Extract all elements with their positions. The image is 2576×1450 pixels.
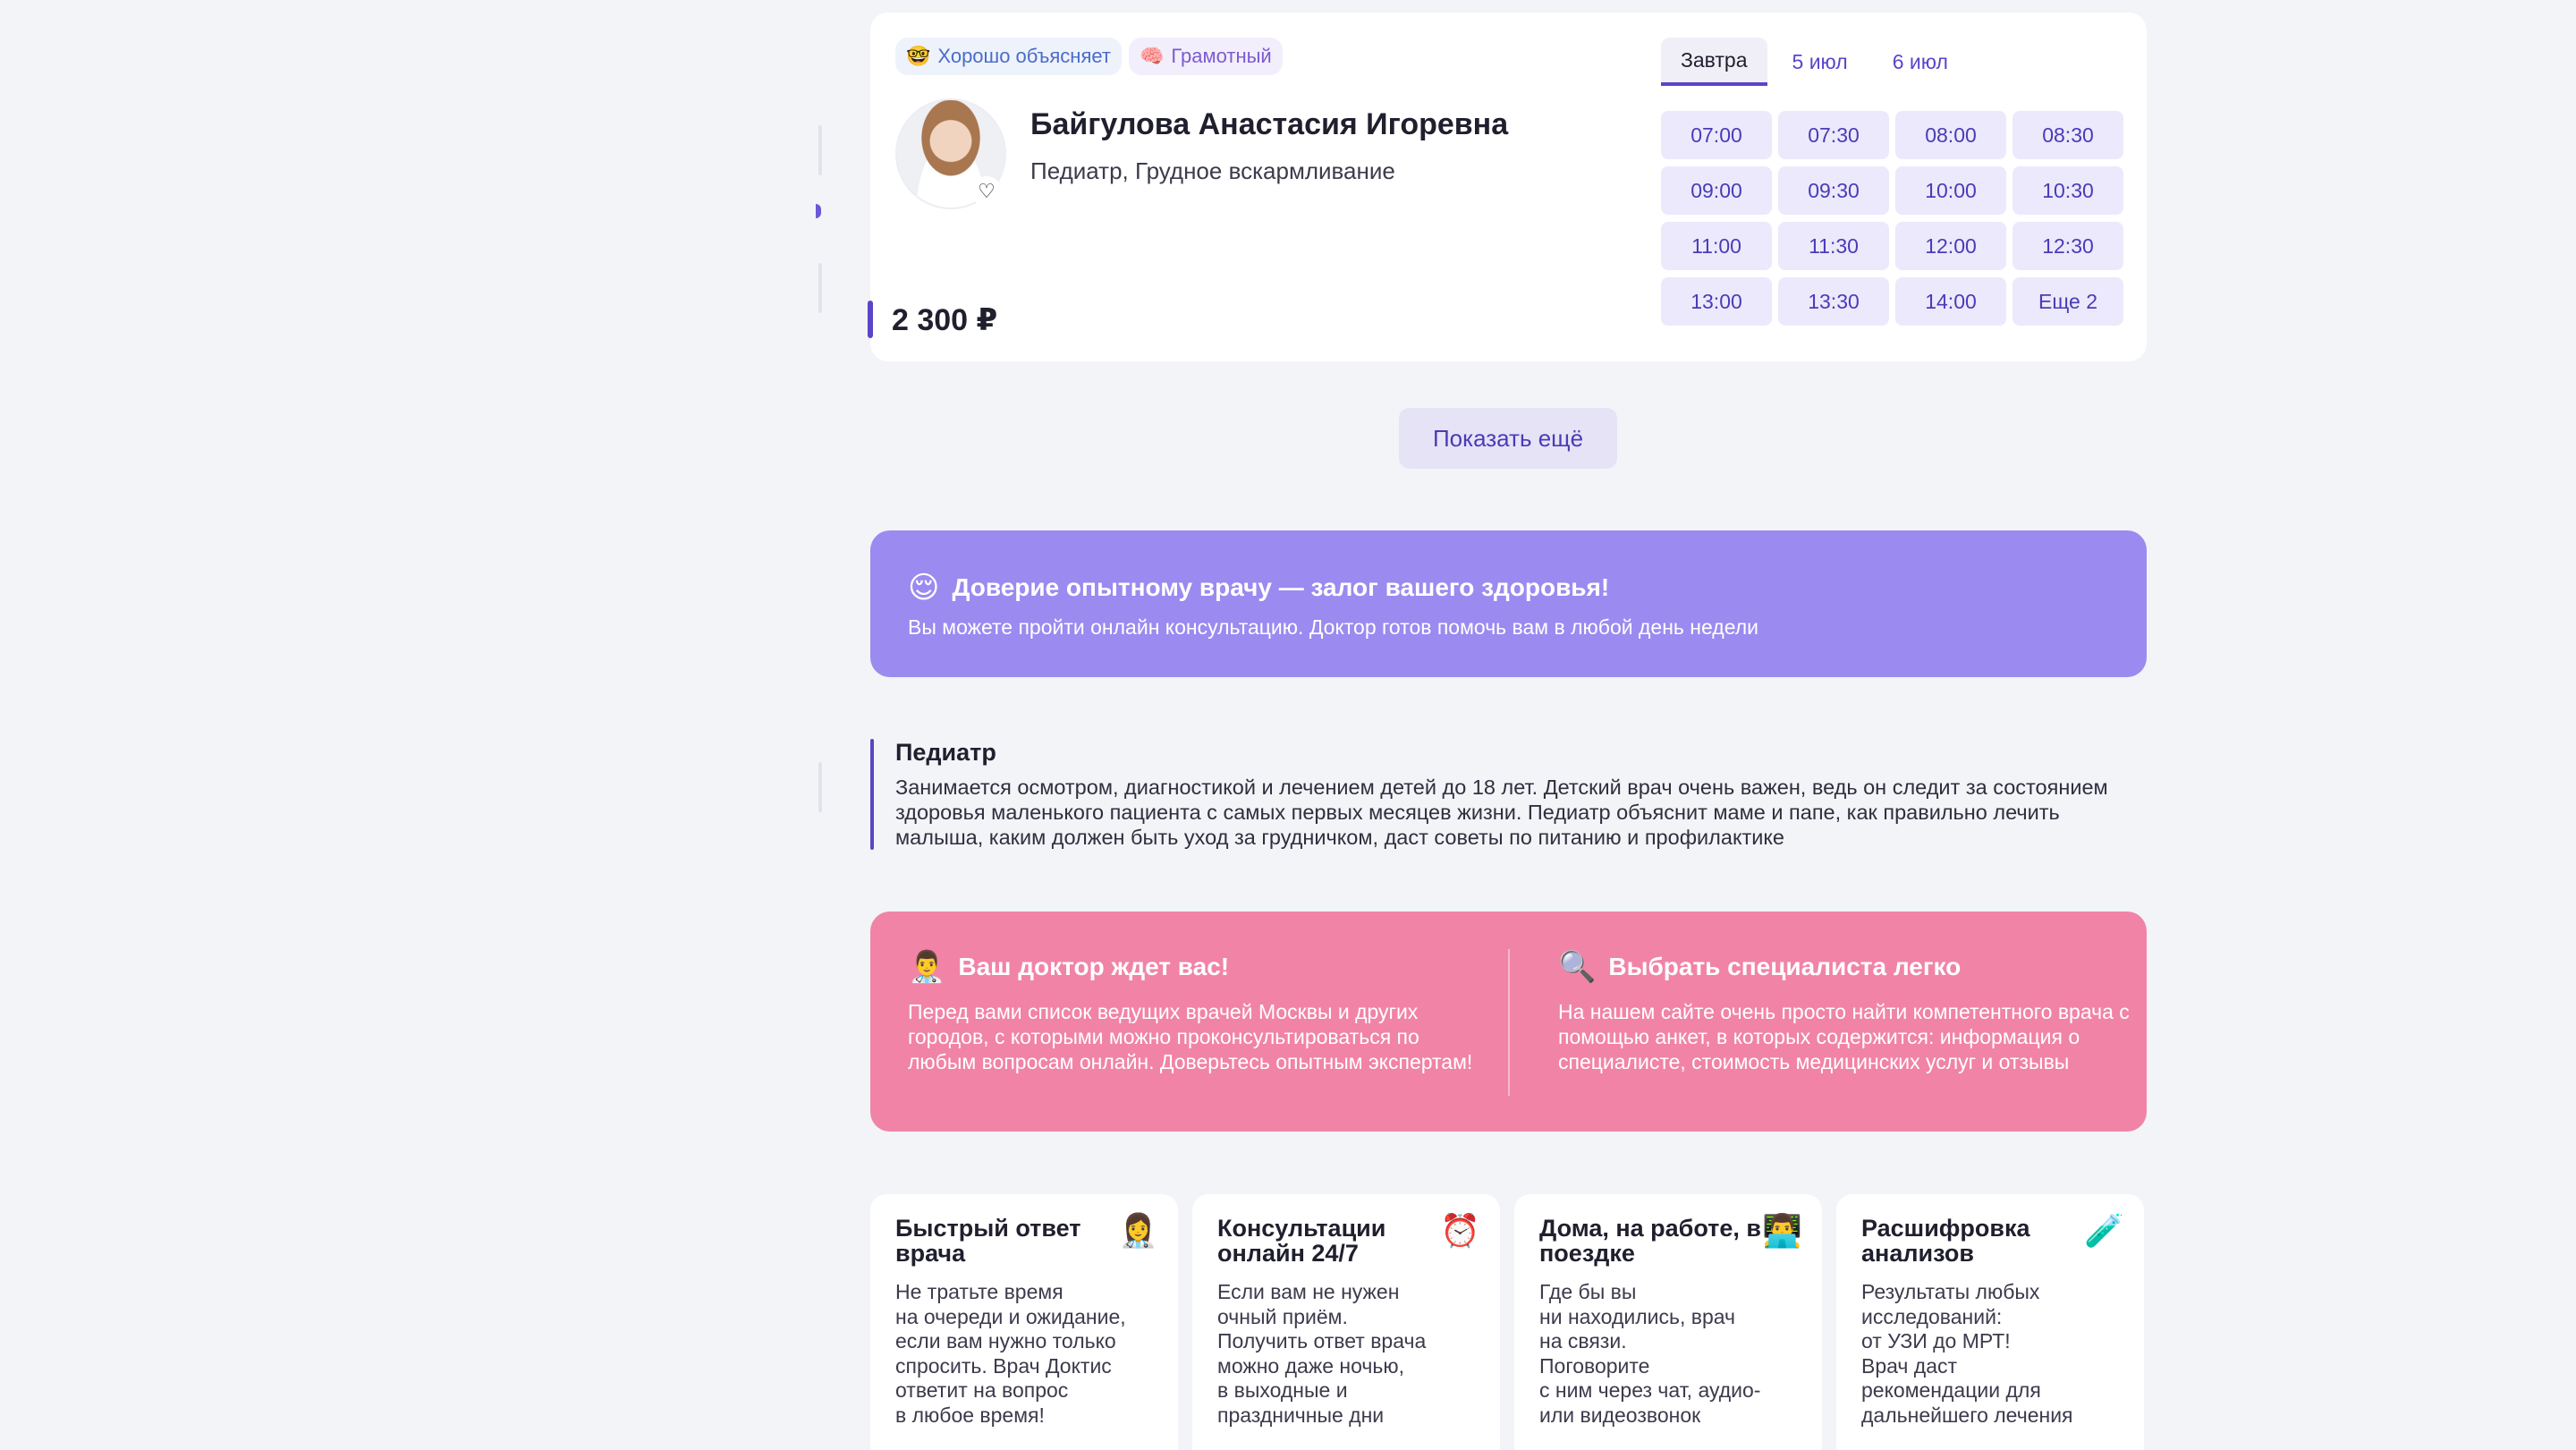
- feature-title: Расшифровка анализов: [1861, 1215, 2030, 1267]
- feature-text: Не тратьте время на очереди и ожидание, …: [895, 1280, 1126, 1427]
- tab-tomorrow[interactable]: Завтра: [1661, 38, 1767, 86]
- feature-card-fast-answer: Быстрый ответ врача 👩‍⚕️ Не тратьте врем…: [870, 1194, 1178, 1450]
- sidebar-divider: [818, 762, 822, 812]
- time-slot[interactable]: 07:00: [1661, 111, 1772, 159]
- time-slot[interactable]: 14:00: [1895, 277, 2006, 326]
- alarm-clock-icon: ⏰: [1440, 1213, 1480, 1250]
- time-slot[interactable]: 13:00: [1661, 277, 1772, 326]
- feature-text: Результаты любых исследований: от УЗИ до…: [1861, 1280, 2073, 1427]
- feature-cards: Быстрый ответ врача 👩‍⚕️ Не тратьте врем…: [870, 1194, 2144, 1450]
- specialty-description: Педиатр Занимается осмотром, диагностико…: [870, 739, 2147, 850]
- feature-text: Если вам не нужен очный приём. Получить …: [1217, 1280, 1427, 1427]
- sidebar-indicator: [816, 204, 821, 218]
- promo-text: Перед вами список ведущих врачей Москвы …: [908, 1000, 1473, 1073]
- specialty-title: Педиатр: [895, 739, 996, 766]
- date-tabs: Завтра 5 июл 6 июл: [1661, 38, 1968, 86]
- feature-title: Консультации онлайн 24/7: [1217, 1215, 1386, 1267]
- feature-title: Быстрый ответ врача: [895, 1215, 1081, 1267]
- trust-title: 😌 Доверие опытному врачу — залог вашего …: [908, 570, 1609, 606]
- consultation-price: 2 300 ₽: [892, 303, 998, 337]
- time-slots-grid: 07:00 07:30 08:00 08:30 09:00 09:30 10:0…: [1661, 111, 2123, 326]
- sidebar-divider: [818, 263, 822, 313]
- trust-banner: 😌 Доверие опытному врачу — залог вашего …: [870, 530, 2147, 677]
- nerd-face-icon: 🤓: [906, 45, 931, 68]
- specialty-accent: [870, 739, 874, 850]
- promo-title: 👨‍⚕️ Ваш доктор ждет вас!: [908, 949, 1480, 985]
- time-slot[interactable]: 12:30: [2012, 222, 2123, 270]
- badge-explains-well: 🤓 Хорошо объясняет: [895, 38, 1122, 75]
- heart-outline-icon[interactable]: ♡: [971, 176, 1002, 207]
- feature-card-online-247: Консультации онлайн 24/7 ⏰ Если вам не н…: [1192, 1194, 1500, 1450]
- promo-text: На нашем сайте очень просто найти компет…: [1558, 1000, 2130, 1073]
- time-slot[interactable]: 13:30: [1778, 277, 1889, 326]
- badge-label: Грамотный: [1171, 45, 1272, 67]
- tab-jul-5[interactable]: 5 июл: [1773, 38, 1868, 86]
- more-slots-button[interactable]: Еще 2: [2012, 277, 2123, 326]
- doctor-card[interactable]: 🤓 Хорошо объясняет 🧠 Грамотный ♡ Байгуло…: [868, 13, 2147, 361]
- trust-title-text: Доверие опытному врачу — залог вашего зд…: [952, 573, 1610, 601]
- time-slot[interactable]: 08:00: [1895, 111, 2006, 159]
- promo-banner: 👨‍⚕️ Ваш доктор ждет вас! Перед вами спи…: [870, 912, 2147, 1132]
- time-slot[interactable]: 08:30: [2012, 111, 2123, 159]
- time-slot[interactable]: 10:00: [1895, 166, 2006, 215]
- test-tube-icon: 🧪: [2084, 1213, 2124, 1250]
- magnifier-icon: 🔍: [1558, 949, 1597, 985]
- feature-title: Дома, на работе, в поездке: [1539, 1215, 1762, 1267]
- feature-card-tests: Расшифровка анализов 🧪 Результаты любых …: [1836, 1194, 2144, 1450]
- time-slot[interactable]: 12:00: [1895, 222, 2006, 270]
- specialty-text: Занимается осмотром, диагностикой и лече…: [895, 776, 2108, 849]
- promo-choose-easy: 🔍 Выбрать специалиста легко На нашем сай…: [1558, 949, 2131, 1074]
- man-technologist-icon: 👨‍💻: [1762, 1213, 1802, 1250]
- badge-label: Хорошо объясняет: [937, 45, 1111, 67]
- price-accent: [868, 301, 873, 338]
- time-slot[interactable]: 09:30: [1778, 166, 1889, 215]
- time-slot[interactable]: 09:00: [1661, 166, 1772, 215]
- feature-text: Где бы вы ни находились, врач на связи. …: [1539, 1280, 1761, 1427]
- time-slot[interactable]: 11:30: [1778, 222, 1889, 270]
- promo-title-text: Ваш доктор ждет вас!: [958, 953, 1230, 980]
- promo-doctor-waits: 👨‍⚕️ Ваш доктор ждет вас! Перед вами спи…: [908, 949, 1480, 1074]
- doctor-icon: 👨‍⚕️: [908, 949, 946, 985]
- doctor-name[interactable]: Байгулова Анастасия Игоревна: [1030, 107, 1508, 142]
- badge-competent: 🧠 Грамотный: [1128, 38, 1283, 75]
- promo-divider: [1508, 949, 1510, 1096]
- time-slot[interactable]: 10:30: [2012, 166, 2123, 215]
- trust-text: Вы можете пройти онлайн консультацию. До…: [908, 615, 1758, 639]
- woman-doctor-icon: 👩‍⚕️: [1118, 1213, 1158, 1250]
- time-slot[interactable]: 11:00: [1661, 222, 1772, 270]
- doctor-specialty: Педиатр, Грудное вскармливание: [1030, 157, 1395, 184]
- time-slot[interactable]: 07:30: [1778, 111, 1889, 159]
- promo-title-text: Выбрать специалиста легко: [1608, 953, 1962, 980]
- doctor-badges: 🤓 Хорошо объясняет 🧠 Грамотный: [895, 38, 1283, 75]
- show-more-button[interactable]: Показать ещё: [1399, 408, 1617, 469]
- feature-card-anywhere: Дома, на работе, в поездке 👨‍💻 Где бы вы…: [1514, 1194, 1822, 1450]
- tab-jul-6[interactable]: 6 июл: [1873, 38, 1968, 86]
- brain-icon: 🧠: [1139, 45, 1165, 68]
- promo-title: 🔍 Выбрать специалиста легко: [1558, 949, 2131, 985]
- relieved-face-icon: 😌: [908, 570, 940, 606]
- sidebar-divider: [818, 125, 822, 175]
